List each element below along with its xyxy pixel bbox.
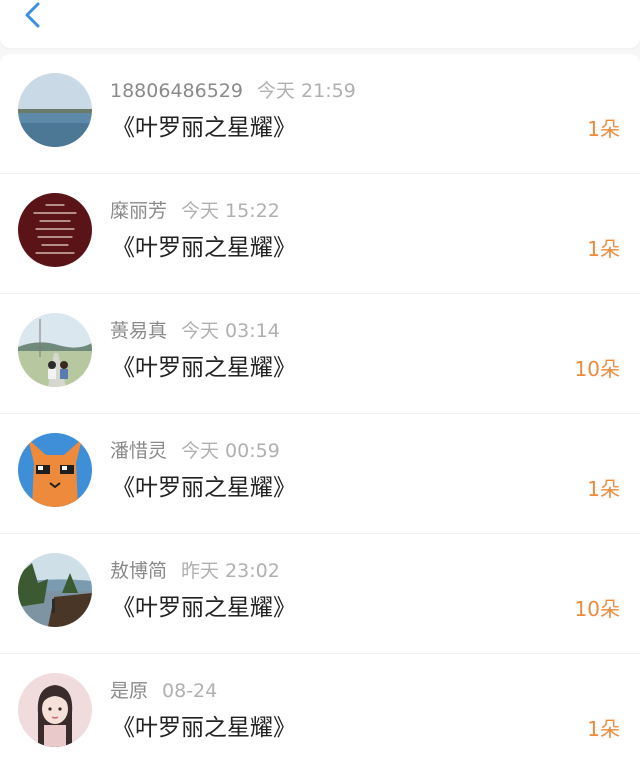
- timestamp: 昨天 23:02: [181, 560, 280, 582]
- work-title: 《叶罗丽之星耀》: [112, 355, 296, 381]
- work-title: 《叶罗丽之星耀》: [112, 595, 296, 621]
- list-item[interactable]: 敖博简 昨天 23:02 《叶罗丽之星耀》 10朵: [0, 534, 640, 654]
- timestamp: 今天 00:59: [181, 440, 280, 462]
- back-button[interactable]: [20, 0, 48, 32]
- flower-count: 10朵: [574, 357, 620, 381]
- work-title: 《叶罗丽之星耀》: [112, 475, 296, 501]
- flower-count: 10朵: [574, 597, 620, 621]
- list-item[interactable]: 是原 08-24 《叶罗丽之星耀》 1朵: [0, 654, 640, 773]
- avatar: [18, 433, 92, 507]
- work-title: 《叶罗丽之星耀》: [112, 235, 296, 261]
- sender-name: 糜丽芳: [110, 200, 168, 222]
- avatar: [18, 193, 92, 267]
- timestamp: 今天 03:14: [181, 320, 280, 342]
- gift-record-list: 18806486529 今天 21:59 《叶罗丽之星耀》 1朵 糜丽芳 今天 15…: [0, 54, 640, 773]
- list-item[interactable]: 潘惜灵 今天 00:59 《叶罗丽之星耀》 1朵: [0, 414, 640, 534]
- avatar: [18, 73, 92, 147]
- timestamp: 08-24: [162, 680, 218, 702]
- sender-name: 蒉易真: [110, 320, 168, 342]
- list-item[interactable]: 蒉易真 今天 03:14 《叶罗丽之星耀》 10朵: [0, 294, 640, 414]
- timestamp: 今天 21:59: [256, 80, 356, 102]
- list-item[interactable]: 18806486529 今天 21:59 《叶罗丽之星耀》 1朵: [0, 54, 640, 174]
- list-item[interactable]: 糜丽芳 今天 15:22 《叶罗丽之星耀》 1朵: [0, 174, 640, 294]
- work-title: 《叶罗丽之星耀》: [112, 115, 296, 141]
- sender-name: 是原: [110, 680, 149, 702]
- sender-name: 18806486529: [110, 80, 243, 102]
- avatar: [18, 673, 92, 747]
- flower-count: 1朵: [587, 117, 620, 141]
- sender-name: 敖博简: [110, 560, 168, 582]
- flower-count: 1朵: [587, 717, 620, 741]
- chevron-left-icon: [25, 2, 40, 28]
- timestamp: 今天 15:22: [181, 200, 280, 222]
- avatar: [18, 553, 92, 627]
- flower-count: 1朵: [587, 237, 620, 261]
- top-bar: [0, 0, 640, 48]
- work-title: 《叶罗丽之星耀》: [112, 715, 296, 741]
- avatar: [18, 313, 92, 387]
- sender-name: 潘惜灵: [110, 440, 168, 462]
- flower-count: 1朵: [587, 477, 620, 501]
